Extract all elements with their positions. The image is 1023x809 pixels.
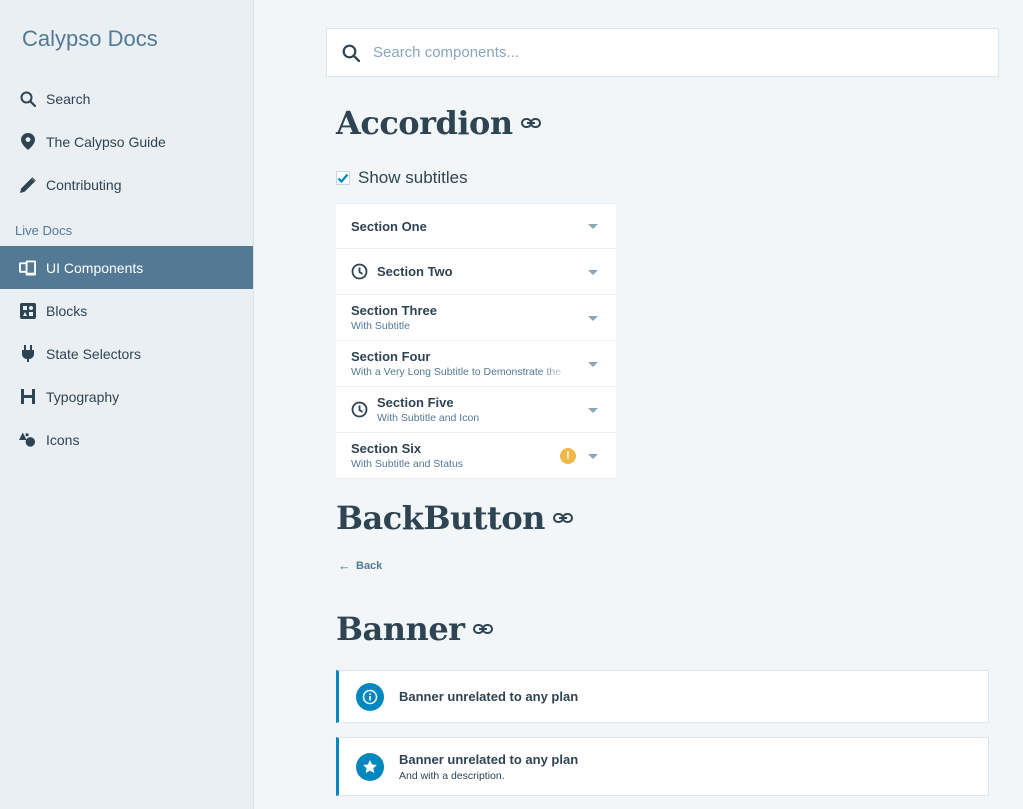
accordion-item-title: Section Four [351,349,431,364]
accordion-item-section-three[interactable]: Section Three With Subtitle [336,295,616,341]
search-icon [19,90,36,107]
banner-text: Banner unrelated to any plan And with a … [399,752,578,782]
accordion-item-title: Section Two [377,264,453,279]
caret-down-icon [588,269,598,275]
sidebar-item-blocks[interactable]: Blocks [0,289,253,332]
accordion-item-text: Section Six With Subtitle and Status [351,441,573,470]
accordion-item-subtitle: With Subtitle and Status [351,458,464,470]
checkmark-icon [337,173,349,184]
caret-down-icon [588,361,598,367]
accordion-item-title: Section Five [377,395,454,410]
sidebar-item-calypso-guide[interactable]: The Calypso Guide [0,120,253,163]
banner-item-title: Banner unrelated to any plan [399,689,579,704]
caret-down-icon [588,453,598,459]
accordion-item-section-two[interactable]: Section Two [336,249,616,295]
star-icon [356,752,384,781]
sidebar-item-search[interactable]: Search [0,77,253,120]
backbutton-title: BackButton [336,499,545,537]
caret-down-icon [588,224,598,229]
warning-status-icon: ! [560,447,576,464]
accordion-item-title: Section Six [351,441,422,456]
accordion-title: Accordion [336,104,513,142]
sidebar-item-label: State Selectors [46,345,141,362]
accordion-item-text: Section One [351,219,573,234]
shapes-icon [19,431,36,448]
show-subtitles-label: Show subtitles [358,168,468,187]
accordion-item-section-five[interactable]: Section Five With Subtitle and Icon [336,387,616,433]
plug-icon [19,345,36,362]
accordion-heading: Accordion [336,104,541,142]
banner-item-title: Banner unrelated to any plan [399,751,579,767]
banner-heading: Banner [336,610,493,648]
sidebar-item-label: Contributing [46,176,122,193]
accordion-item-title: Section One [351,218,427,234]
accordion-item-section-one[interactable]: Section One [336,203,616,249]
clock-icon [351,263,368,280]
sidebar-item-label: UI Components [46,259,144,276]
sidebar-item-label: Typography [46,388,120,405]
backbutton-heading: BackButton [336,499,573,537]
search-input[interactable] [373,44,973,61]
back-button-label: Back [356,559,383,572]
show-subtitles-checkbox[interactable] [336,171,350,185]
caret-down-icon [588,407,598,413]
link-icon[interactable] [520,117,541,129]
arrow-left-icon: ← [338,558,351,573]
accordion-item-text: Section Two [377,264,599,279]
accordion-item-text: Section Five With Subtitle and Icon [377,395,599,424]
sidebar-item-state-selectors[interactable]: State Selectors [0,332,253,375]
brand-title[interactable]: Calypso Docs [22,26,158,52]
accordion-item-section-six[interactable]: Section Six With Subtitle and Status ! [336,433,616,479]
banner-star[interactable]: Banner unrelated to any plan And with a … [336,737,989,796]
info-icon [356,682,384,711]
sidebar-item-label: Blocks [46,302,88,319]
caret-down-icon [588,315,598,321]
sidebar-item-contributing[interactable]: Contributing [0,163,253,206]
sidebar-item-typography[interactable]: Typography [0,375,253,418]
sidebar-item-ui-components[interactable]: UI Components [0,246,253,289]
search-bar [326,28,999,77]
accordion-item-section-four[interactable]: Section Four With a Very Long Subtitle t… [336,341,616,387]
banner-text: Banner unrelated to any plan [399,689,578,704]
link-icon[interactable] [552,512,573,524]
sidebar-item-label: The Calypso Guide [46,133,166,150]
banner-info[interactable]: Banner unrelated to any plan [336,670,989,723]
search-icon [342,44,361,62]
accordion: Section One Section Two Section Three Wi… [336,203,616,479]
accordion-item-text: Section Three With Subtitle [351,303,573,332]
accordion-item-text: Section Four With a Very Long Subtitle t… [351,349,573,378]
devices-icon [19,259,36,276]
sidebar: Calypso Docs Search The Calypso Guide Co… [0,0,254,809]
banner-title: Banner [336,610,465,648]
accordion-item-subtitle: With Subtitle and Icon [377,412,480,424]
banner-item-description: And with a description. [399,769,505,782]
sidebar-item-label: Search [46,90,91,107]
blocks-icon [19,302,36,319]
sidebar-section-label: Live Docs [15,223,73,238]
sidebar-item-label: Icons [46,431,80,448]
show-subtitles-row: Show subtitles [336,168,468,188]
location-pin-icon [19,133,36,150]
accordion-item-subtitle: With a Very Long Subtitle to Demonstrate… [351,366,562,378]
pencil-icon [19,176,36,193]
accordion-item-subtitle: With Subtitle [351,320,410,332]
back-button[interactable]: ← Back [338,558,382,573]
sidebar-item-icons[interactable]: Icons [0,418,253,461]
accordion-item-title: Section Three [351,303,437,318]
clock-icon [351,401,368,418]
link-icon[interactable] [472,623,493,635]
heading-icon [19,388,36,405]
